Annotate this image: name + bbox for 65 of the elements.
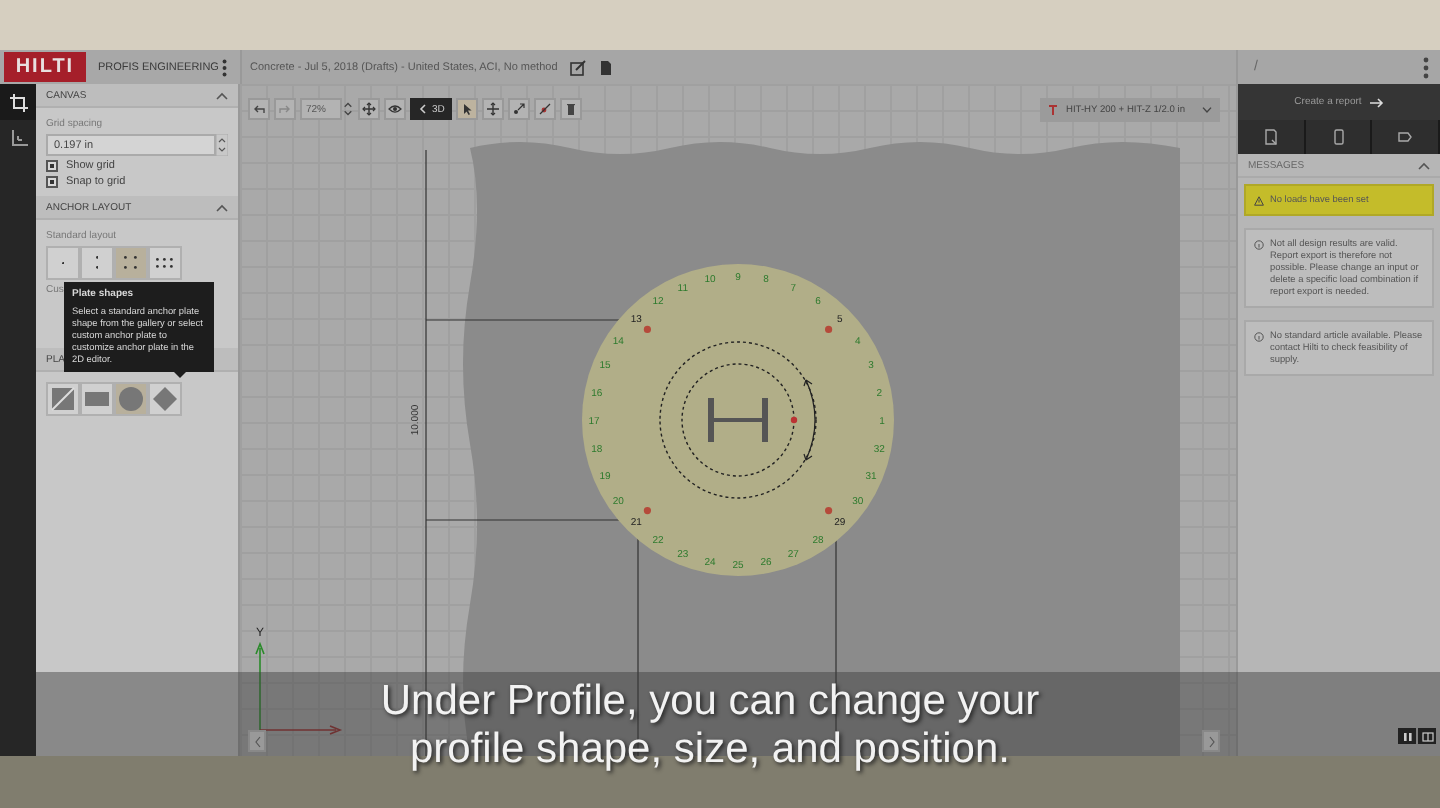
move-button[interactable] (482, 98, 505, 120)
spinner-icon[interactable] (216, 134, 228, 156)
anchor-dot[interactable] (825, 325, 833, 333)
shape-option[interactable] (148, 382, 182, 416)
info-icon (1254, 332, 1264, 342)
phone-icon (1329, 128, 1347, 146)
pause-icon (1401, 731, 1413, 741)
anchor-icon (1048, 104, 1058, 116)
menu-icon[interactable] (218, 55, 232, 79)
move-arrows-icon (486, 102, 501, 116)
pointer-button[interactable] (456, 98, 479, 120)
chevron-icon (1207, 735, 1215, 747)
trash-icon (564, 102, 579, 116)
warning-icon (1254, 196, 1264, 206)
shape-option[interactable] (46, 382, 80, 416)
anchor-icon (538, 102, 553, 116)
chevron-icon (253, 735, 261, 747)
chevron-icon[interactable] (216, 91, 228, 99)
custom-shape-icon (48, 384, 78, 414)
diamond-icon (150, 384, 180, 414)
anchor-dot[interactable] (825, 507, 833, 515)
circle-icon (116, 384, 146, 414)
anchor-dot[interactable] (643, 507, 651, 515)
eye-button[interactable] (384, 98, 406, 120)
plate-icon (9, 93, 27, 111)
axes-drawing (255, 641, 343, 735)
diagonal-arrow-icon (512, 102, 527, 116)
pointer-icon (460, 102, 475, 116)
undo-button[interactable] (248, 98, 270, 120)
layout-option[interactable] (148, 246, 182, 280)
arrow-icon (1369, 97, 1384, 107)
chevron-icon (418, 104, 428, 114)
logo[interactable]: HILTI (4, 52, 86, 82)
document-icon (1261, 128, 1280, 146)
spinner-icon[interactable] (342, 98, 354, 120)
move-arrows-icon (362, 102, 376, 116)
dots-icon (124, 256, 138, 270)
rotation-arrow[interactable] (803, 379, 816, 461)
redo-icon (278, 102, 292, 116)
info-icon (1254, 240, 1264, 250)
chevron-icon[interactable] (1418, 161, 1430, 169)
shape-option[interactable] (80, 382, 114, 416)
delete-button[interactable] (560, 98, 583, 120)
fit-button[interactable] (358, 98, 380, 120)
plate-tab[interactable] (0, 84, 36, 120)
chevron-icon[interactable] (216, 203, 228, 211)
pause-button[interactable] (1398, 728, 1416, 744)
axes-icon (9, 129, 27, 147)
eye-icon (388, 102, 402, 116)
rotate-button[interactable] (508, 98, 531, 120)
tag-icon (1396, 128, 1415, 146)
layout-option[interactable] (114, 246, 148, 280)
menu-icon[interactable] (1418, 55, 1434, 79)
caret-icon (1202, 106, 1212, 114)
anchor-dot[interactable] (643, 325, 651, 333)
dashed-circle (681, 363, 795, 477)
profile-drawing[interactable] (708, 398, 798, 442)
subtitle: Under Profile, you can change your profile shape, size, and position. (378, 678, 1042, 774)
screen-button[interactable] (1418, 728, 1436, 744)
dots-icon (156, 258, 174, 268)
undo-icon (252, 102, 266, 116)
anchor-button[interactable] (534, 98, 557, 120)
screen-icon (1421, 731, 1433, 741)
document-icon[interactable] (597, 59, 614, 75)
edit-icon[interactable] (569, 59, 586, 75)
